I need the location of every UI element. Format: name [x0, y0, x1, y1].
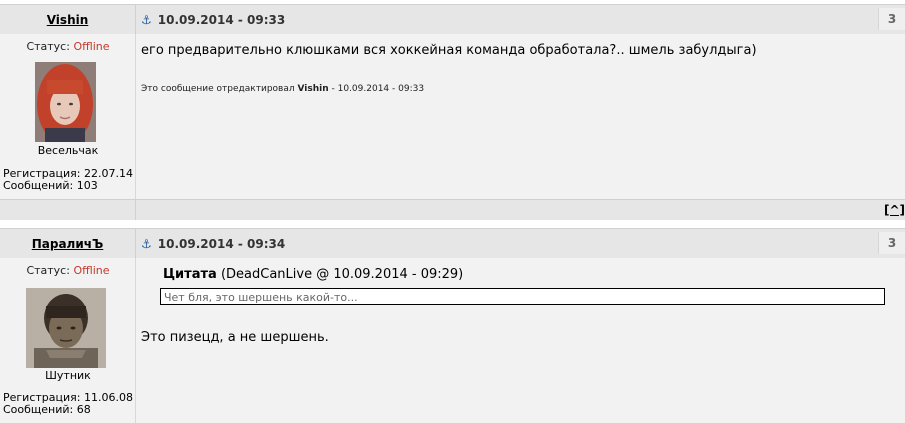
- status-line: Статус: Offline: [0, 264, 136, 277]
- status-label: Статус:: [26, 40, 70, 53]
- user-rank: Шутник: [45, 369, 91, 382]
- quote-header: Цитата (DeadCanLive @ 10.09.2014 - 09:29…: [163, 267, 463, 282]
- post-number-button[interactable]: 3: [878, 8, 905, 30]
- status-value: Offline: [73, 264, 110, 277]
- post-date: ⚓ 10.09.2014 - 09:34: [141, 237, 285, 251]
- post-date-text: 10.09.2014 - 09:34: [157, 237, 286, 251]
- author-sidebar: Статус: Offline Весельчак Регистрация: 2…: [0, 34, 136, 200]
- msgs-label: Сообщений:: [3, 403, 74, 416]
- post-body: Статус: Offline Весельчак Регистрация: 2…: [0, 34, 905, 200]
- post-date: ⚓ 10.09.2014 - 09:33: [141, 13, 285, 27]
- post-number-button[interactable]: 3: [878, 232, 905, 254]
- user-stats: Регистрация: 11.06.08 Сообщений: 68: [3, 392, 133, 416]
- post-body: Статус: Offline Шутник Регистрация: 11.0…: [0, 258, 905, 423]
- user-stats: Регистрация: 22.07.14 Сообщений: 103: [3, 168, 133, 192]
- reg-value: 11.06.08: [83, 391, 133, 404]
- post-text: его предварительно клюшками вся хоккейна…: [141, 43, 757, 58]
- author-sidebar: Статус: Offline Шутник Регистрация: 11.0…: [0, 258, 136, 423]
- footer-side: [0, 200, 136, 220]
- avatar-image: [26, 288, 106, 368]
- anchor-icon[interactable]: ⚓: [141, 13, 152, 27]
- post-footer: [^]: [0, 199, 905, 220]
- status-line: Статус: Offline: [0, 40, 136, 53]
- scroll-top-link[interactable]: [^]: [884, 203, 905, 217]
- msgs-value: 68: [76, 403, 91, 416]
- avatar[interactable]: [35, 62, 96, 142]
- post-header: ПараличЪ ⚓ 10.09.2014 - 09:34 3: [0, 228, 905, 259]
- author-cell: ПараличЪ: [0, 229, 136, 258]
- post-date-text: 10.09.2014 - 09:33: [157, 13, 286, 27]
- author-link[interactable]: ПараличЪ: [32, 237, 104, 251]
- quote-box: Чет бля, это шершень какой-то...: [160, 288, 885, 305]
- status-value: Offline: [73, 40, 110, 53]
- edit-prefix: Это сообщение отредактировал: [141, 84, 295, 94]
- edit-note: Это сообщение отредактировал Vishin - 10…: [141, 84, 424, 94]
- status-label: Статус:: [26, 264, 70, 277]
- msgs-value: 103: [76, 179, 98, 192]
- quote-meta: (DeadCanLive @ 10.09.2014 - 09:29): [220, 267, 464, 282]
- anchor-icon[interactable]: ⚓: [141, 237, 152, 251]
- edit-suffix: - 10.09.2014 - 09:33: [331, 84, 425, 94]
- post-header: Vishin ⚓ 10.09.2014 - 09:33 3: [0, 4, 905, 35]
- edit-author: Vishin: [297, 84, 329, 94]
- msgs-label: Сообщений:: [3, 179, 74, 192]
- author-link[interactable]: Vishin: [47, 13, 89, 27]
- quote-label: Цитата: [163, 267, 217, 282]
- avatar-image: [35, 62, 96, 142]
- author-cell: Vishin: [0, 5, 136, 34]
- post-text: Это пизецд, а не шершень.: [141, 330, 329, 345]
- user-rank: Весельчак: [37, 144, 99, 157]
- avatar[interactable]: [26, 288, 106, 368]
